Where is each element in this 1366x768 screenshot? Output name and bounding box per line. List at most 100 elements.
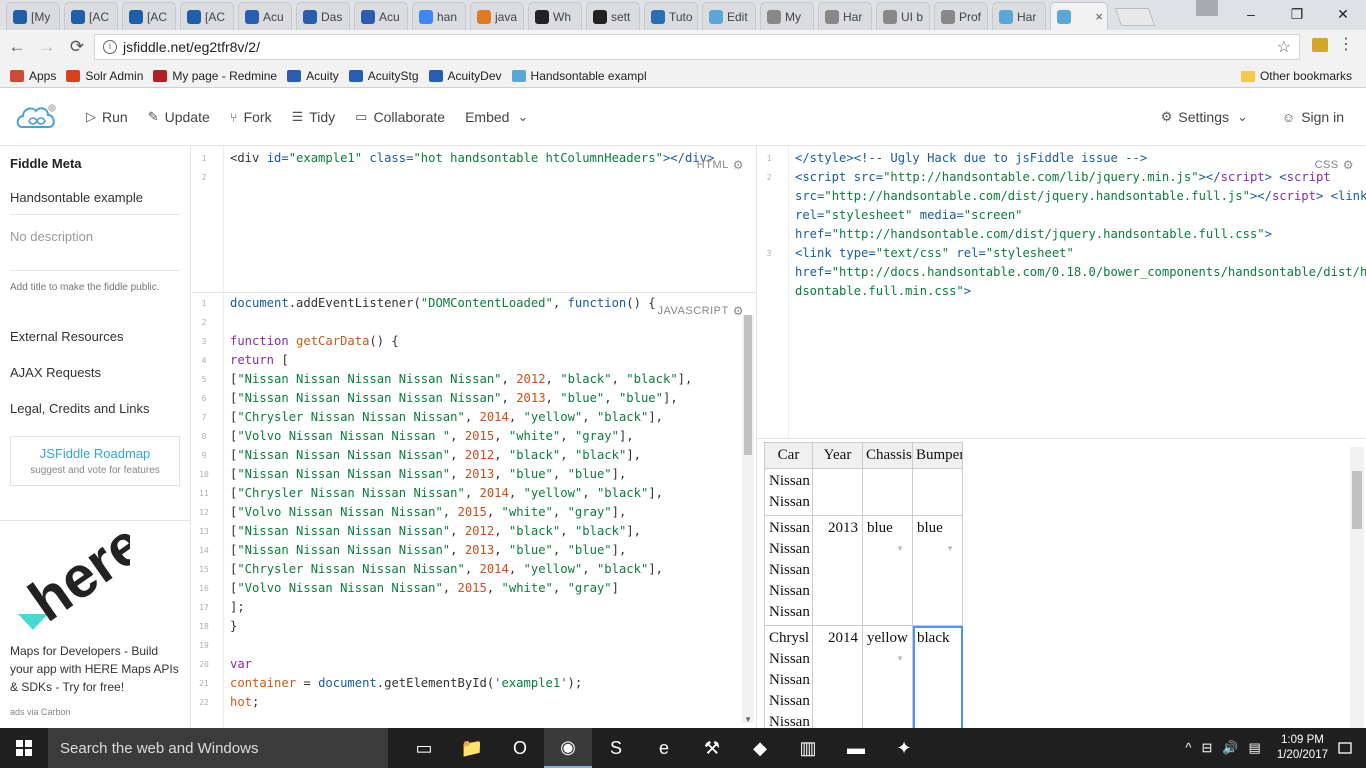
browser-tab[interactable]: × [1050, 2, 1108, 30]
back-icon[interactable]: ← [4, 37, 30, 57]
table-cell-car[interactable]: Nissan Nissan Nissan Nissan Nissan [764, 515, 813, 626]
fiddle-name-input[interactable]: Handsontable example [10, 190, 143, 205]
external-resources-link[interactable]: External Resources [10, 329, 123, 344]
task-view-icon[interactable]: ▭ [400, 728, 448, 768]
skype-icon[interactable]: S [592, 728, 640, 768]
close-icon[interactable]: × [1095, 9, 1103, 24]
sign-in-button[interactable]: ☺ Sign in [1282, 109, 1344, 125]
tools-icon[interactable]: ⚒ [688, 728, 736, 768]
table-cell-year[interactable] [812, 468, 863, 516]
clock[interactable]: 1:09 PM 1/20/2017 [1277, 733, 1328, 763]
bookmark-item[interactable]: Acuity [287, 69, 339, 83]
notification-icon[interactable] [1338, 741, 1352, 755]
minimize-icon[interactable]: – [1228, 0, 1274, 28]
jsfiddle-logo-icon[interactable] [14, 101, 58, 133]
browser-tab[interactable]: [AC [180, 2, 234, 30]
outlook-icon[interactable]: O [496, 728, 544, 768]
table-cell-chassis[interactable]: blue ▼ [862, 515, 913, 626]
here-logo[interactable]: here [18, 528, 130, 634]
browser-tab[interactable]: java [470, 2, 524, 30]
result-scrollbar[interactable] [1350, 447, 1364, 728]
result-scrollbar-thumb[interactable] [1352, 471, 1362, 529]
chart-app-icon[interactable]: ▥ [784, 728, 832, 768]
column-header[interactable]: Chassis [862, 442, 913, 469]
address-bar[interactable]: i jsfiddle.net/eg2tfr8v/2/ ☆ [94, 34, 1300, 60]
bookmark-item[interactable]: Solr Admin [66, 69, 143, 83]
browser-tab[interactable]: [AC [122, 2, 176, 30]
table-cell-year[interactable]: 2013 [812, 515, 863, 626]
cmd-icon[interactable]: ▬ [832, 728, 880, 768]
browser-tab[interactable]: Prof [934, 2, 988, 30]
css-panel-label[interactable]: CSS ⚙ [1315, 158, 1354, 172]
browser-tab[interactable]: Acu [354, 2, 408, 30]
bookmark-item[interactable]: AcuityStg [348, 69, 419, 83]
browser-tab[interactable]: Edit [702, 2, 756, 30]
dropdown-arrow-icon[interactable]: ▼ [896, 538, 904, 559]
embed-button[interactable]: Embed ⌄ [465, 109, 534, 125]
table-cell-chassis[interactable] [862, 468, 913, 516]
column-header[interactable]: Car [764, 442, 813, 469]
other-bookmarks[interactable]: Other bookmarks [1240, 69, 1352, 83]
chevron-up-icon[interactable]: ^ [1185, 740, 1191, 756]
puzzle-icon[interactable]: ✦ [880, 728, 928, 768]
extension-icon[interactable] [1312, 38, 1328, 52]
table-cell-year[interactable]: 2014 [812, 625, 863, 728]
ajax-requests-link[interactable]: AJAX Requests [10, 365, 101, 380]
fork-button[interactable]: ⑂ Fork [230, 109, 272, 125]
browser-tab[interactable]: han [412, 2, 466, 30]
browser-tab[interactable]: sett [586, 2, 640, 30]
browser-tab[interactable]: Tuto [644, 2, 698, 30]
bookmark-item[interactable]: My page - Redmine [153, 69, 277, 83]
column-header[interactable]: Year [812, 442, 863, 469]
info-icon[interactable]: i [103, 40, 117, 54]
visual-studio-icon[interactable]: ◆ [736, 728, 784, 768]
file-explorer-icon[interactable]: 📁 [448, 728, 496, 768]
javascript-panel[interactable]: 1 document.addEventListener("DOMContentLo… [192, 293, 756, 728]
html-panel[interactable]: 1 <div id="example1" class="hot handsonta… [192, 146, 756, 292]
js-scrollbar-thumb[interactable] [744, 315, 752, 455]
javascript-panel-label[interactable]: JAVASCRIPT ⚙ [658, 304, 744, 318]
browser-tab[interactable]: Wh [528, 2, 582, 30]
new-tab-button[interactable] [1114, 8, 1156, 26]
keyboard-icon[interactable]: ▤ [1249, 740, 1261, 756]
browser-tab[interactable]: Acu [238, 2, 292, 30]
reload-icon[interactable]: ⟳ [64, 37, 90, 57]
user-profile-button[interactable] [1196, 0, 1218, 16]
volume-icon[interactable]: 🔊 [1222, 740, 1238, 756]
settings-button[interactable]: ⚙ Settings ⌄ [1161, 109, 1254, 125]
ad-text[interactable]: Maps for Developers - Build your app wit… [10, 642, 180, 696]
handsontable-grid[interactable]: Car Year Chassis Bumper Nissan Nissan Nissan… [764, 442, 963, 728]
edge-icon[interactable]: e [640, 728, 688, 768]
maximize-icon[interactable]: ❐ [1274, 0, 1320, 28]
chrome-icon[interactable]: ◉ [544, 728, 592, 768]
browser-tab[interactable]: Har [818, 2, 872, 30]
gear-icon[interactable]: ⚙ [733, 158, 744, 172]
gear-icon[interactable]: ⚙ [1343, 158, 1354, 172]
dropdown-arrow-icon[interactable]: ▼ [946, 538, 954, 559]
taskbar-search-input[interactable]: Search the web and Windows [48, 728, 388, 768]
column-header[interactable]: Bumper [912, 442, 963, 469]
table-cell-car[interactable]: Nissan Nissan [764, 468, 813, 516]
browser-tab[interactable]: My [760, 2, 814, 30]
windows-start-icon[interactable] [0, 728, 48, 768]
browser-tab[interactable]: [AC [64, 2, 118, 30]
run-button[interactable]: ▷ Run [86, 109, 128, 125]
menu-icon[interactable]: ⋮ [1338, 37, 1354, 53]
browser-tab[interactable]: UI b [876, 2, 930, 30]
table-cell-bumper[interactable]: black [912, 625, 963, 728]
browser-tab[interactable]: Har [992, 2, 1046, 30]
tidy-button[interactable]: ☰ Tidy [292, 109, 336, 125]
ad-via[interactable]: ads via Carbon [10, 707, 71, 717]
browser-tab[interactable]: [My [6, 2, 60, 30]
html-panel-label[interactable]: HTML ⚙ [697, 158, 744, 172]
roadmap-box[interactable]: JSFiddle Roadmap suggest and vote for fe… [10, 436, 180, 486]
browser-tab[interactable]: Das [296, 2, 350, 30]
description-input[interactable]: No description [10, 229, 93, 244]
update-button[interactable]: ✎ Update [148, 109, 210, 125]
dropdown-arrow-icon[interactable]: ▼ [896, 648, 904, 669]
close-window-icon[interactable]: ✕ [1320, 0, 1366, 28]
bookmark-item[interactable]: AcuityDev [428, 69, 502, 83]
scroll-down-icon[interactable]: ▼ [744, 715, 752, 724]
bookmark-item[interactable]: Handsontable exampl [511, 69, 647, 83]
table-cell-car[interactable]: Chrysl Nissan Nissan Nissan Nissan [764, 625, 813, 728]
